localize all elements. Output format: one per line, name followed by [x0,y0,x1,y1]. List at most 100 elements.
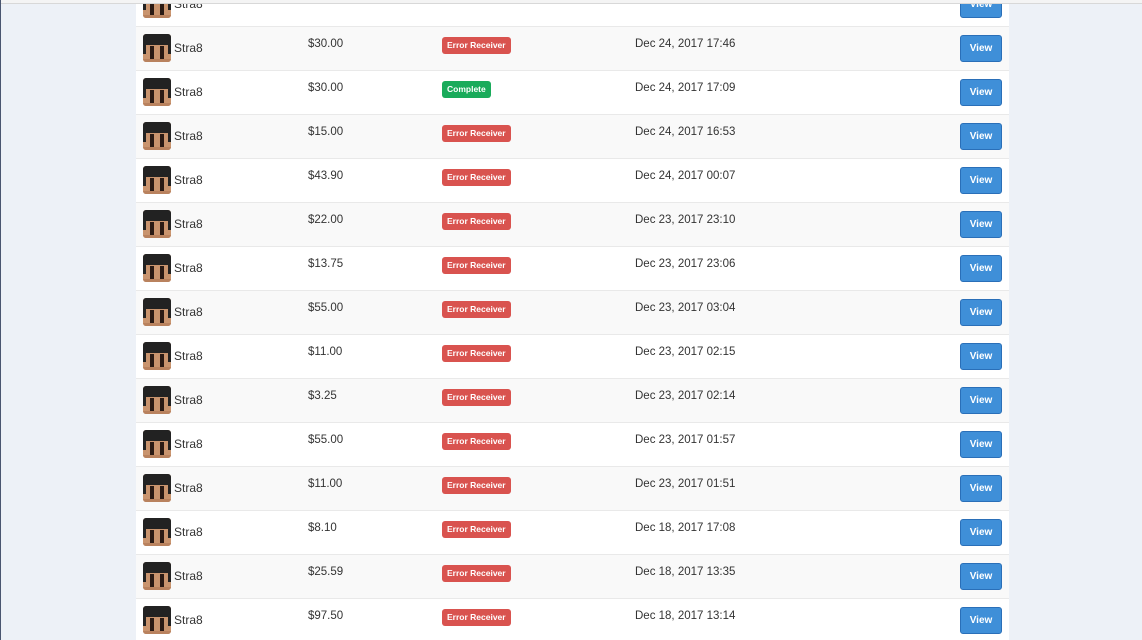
transaction-date: Dec 18, 2017 13:14 [635,610,736,622]
view-button[interactable]: View [960,211,1002,238]
view-button[interactable]: View [960,519,1002,546]
pixel-avatar-icon [143,254,171,282]
transaction-date: Dec 24, 2017 00:07 [635,170,736,182]
pixel-avatar-icon [143,342,171,370]
table-row: Stra8 $55.00 Error Receiver Dec 23, 2017… [136,422,1009,466]
view-button[interactable]: View [960,563,1002,590]
view-button[interactable]: View [960,255,1002,282]
status-badge: Error Receiver [442,169,511,186]
amount: $15.00 [308,126,344,138]
amount: $55.00 [308,302,344,314]
pixel-avatar-icon [143,34,171,62]
transaction-date: Dec 18, 2017 13:35 [635,566,736,578]
window-left-edge [0,0,1,640]
view-button[interactable]: View [960,4,1002,18]
view-button[interactable]: View [960,167,1002,194]
amount: $30.00 [308,82,344,94]
pixel-avatar-icon [143,78,171,106]
username: Stra8 [174,261,203,275]
amount: $13.75 [308,258,344,270]
view-button[interactable]: View [960,299,1002,326]
transaction-date: Dec 18, 2017 17:08 [635,522,736,534]
view-button[interactable]: View [960,35,1002,62]
table-row: Stra8 $55.00 Error Receiver Dec 23, 2017… [136,290,1009,334]
username: Stra8 [174,85,203,99]
view-button[interactable]: View [960,607,1002,634]
table-row: Stra8 $43.90 Error Receiver Dec 24, 2017… [136,158,1009,202]
amount: $11.00 [308,346,343,358]
table-row: Stra8 $15.00 Error Receiver Dec 24, 2017… [136,114,1009,158]
username: Stra8 [174,349,203,363]
pixel-avatar-icon [143,166,171,194]
username: Stra8 [174,393,203,407]
table-row: Stra8 $25.59 Error Receiver Dec 18, 2017… [136,554,1009,598]
username: Stra8 [174,305,203,319]
status-badge: Error Receiver [442,389,511,406]
amount: $3.25 [308,390,337,402]
transaction-date: Dec 23, 2017 03:04 [635,302,736,314]
username: Stra8 [174,525,203,539]
username: Stra8 [174,173,203,187]
pixel-avatar-icon [143,122,171,150]
amount: $22.00 [308,214,344,226]
table-row: Stra8 View [136,4,1009,26]
status-badge: Error Receiver [442,301,511,318]
status-badge: Error Receiver [442,257,511,274]
table-row: Stra8 $3.25 Error Receiver Dec 23, 2017 … [136,378,1009,422]
table-row: Stra8 $11.00 Error Receiver Dec 23, 2017… [136,466,1009,510]
table-row: Stra8 $30.00 Error Receiver Dec 24, 2017… [136,26,1009,70]
username: Stra8 [174,481,203,495]
status-badge: Error Receiver [442,125,511,142]
transaction-date: Dec 23, 2017 23:06 [635,258,736,270]
view-button[interactable]: View [960,343,1002,370]
table-row: Stra8 $8.10 Error Receiver Dec 18, 2017 … [136,510,1009,554]
pixel-avatar-icon [143,430,171,458]
amount: $43.90 [308,170,344,182]
transaction-date: Dec 23, 2017 02:14 [635,390,736,402]
table-row: Stra8 $13.75 Error Receiver Dec 23, 2017… [136,246,1009,290]
transaction-date: Dec 23, 2017 23:10 [635,214,736,226]
pixel-avatar-icon [143,606,171,634]
table-row: Stra8 $30.00 Complete Dec 24, 2017 17:09… [136,70,1009,114]
status-badge: Error Receiver [442,37,511,54]
username: Stra8 [174,613,203,627]
status-badge: Complete [442,81,491,98]
view-button[interactable]: View [960,431,1002,458]
pixel-avatar-icon [143,474,171,502]
pixel-avatar-icon [143,298,171,326]
username: Stra8 [174,41,203,55]
amount: $97.50 [308,610,344,622]
view-button[interactable]: View [960,123,1002,150]
view-button[interactable]: View [960,79,1002,106]
status-badge: Error Receiver [442,609,511,626]
pixel-avatar-icon [143,518,171,546]
transactions-table: Stra8 View Stra8 $30.00 Error Receiver D… [136,4,1009,640]
status-badge: Error Receiver [442,565,511,582]
transactions-panel: Stra8 View Stra8 $30.00 Error Receiver D… [136,4,1009,640]
pixel-avatar-icon [143,386,171,414]
status-badge: Error Receiver [442,345,511,362]
amount: $30.00 [308,38,344,50]
transaction-date: Dec 24, 2017 17:09 [635,82,736,94]
username: Stra8 [174,4,203,11]
status-badge: Error Receiver [442,521,511,538]
pixel-avatar-icon [143,562,171,590]
transaction-date: Dec 23, 2017 02:15 [635,346,736,358]
transaction-date: Dec 23, 2017 01:51 [635,478,736,490]
status-badge: Error Receiver [442,477,511,494]
username: Stra8 [174,217,203,231]
username: Stra8 [174,437,203,451]
pixel-avatar-icon [143,4,171,18]
table-row: Stra8 $11.00 Error Receiver Dec 23, 2017… [136,334,1009,378]
view-button[interactable]: View [960,387,1002,414]
amount: $55.00 [308,434,344,446]
transaction-date: Dec 24, 2017 16:53 [635,126,736,138]
view-button[interactable]: View [960,475,1002,502]
transaction-date: Dec 23, 2017 01:57 [635,434,736,446]
amount: $25.59 [308,566,344,578]
status-badge: Error Receiver [442,433,511,450]
table-row: Stra8 $97.50 Error Receiver Dec 18, 2017… [136,598,1009,640]
pixel-avatar-icon [143,210,171,238]
table-row: Stra8 $22.00 Error Receiver Dec 23, 2017… [136,202,1009,246]
amount: $11.00 [308,478,343,490]
